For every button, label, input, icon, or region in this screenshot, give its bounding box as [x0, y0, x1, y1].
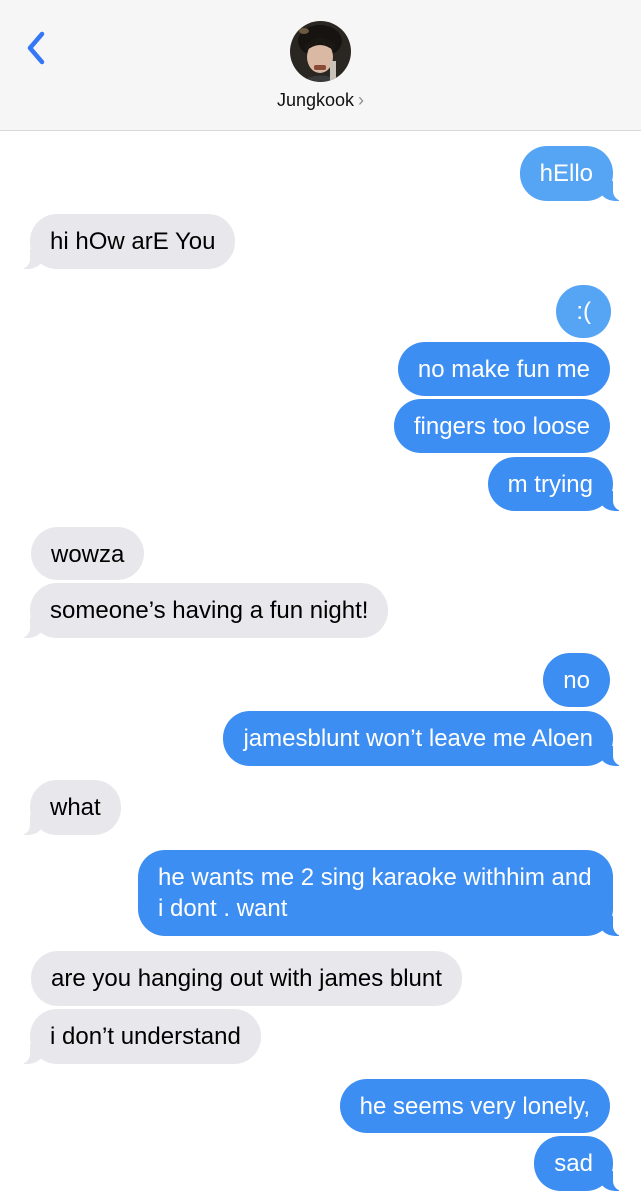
sent-message[interactable]: hEllo — [519, 146, 626, 201]
sent-message[interactable]: no — [543, 653, 610, 707]
contact-name-label: Jungkook — [276, 90, 355, 110]
conversation-header: Jungkook › — [0, 0, 641, 131]
received-message[interactable]: are you hanging out with james blunt — [31, 951, 462, 1006]
chevron-right-icon: › — [358, 90, 365, 110]
sent-message[interactable]: jamesblunt won’t leave me Aloen — [223, 711, 625, 766]
chevron-left-icon — [27, 31, 45, 65]
received-message[interactable]: i don’t understand — [18, 1009, 261, 1064]
sent-message[interactable]: he seems very lonely, — [339, 1079, 610, 1133]
sent-message[interactable]: no make fun me — [397, 342, 610, 396]
back-button[interactable] — [20, 28, 56, 68]
sent-message[interactable]: sad — [534, 1136, 625, 1191]
contact-name[interactable]: Jungkook › — [0, 90, 641, 111]
sent-message[interactable]: m trying — [487, 457, 626, 511]
contact-avatar[interactable] — [290, 21, 351, 82]
sent-message[interactable]: he wants me 2 sing karaoke withhim and i… — [138, 850, 625, 936]
received-message[interactable]: hi hOw arE You — [17, 214, 236, 269]
sent-message[interactable]: :( — [556, 285, 611, 338]
sent-message[interactable]: fingers too loose — [393, 399, 610, 453]
received-message[interactable]: someone’s having a fun night! — [17, 583, 389, 638]
received-message[interactable]: wowza — [31, 527, 145, 580]
received-message[interactable]: what — [18, 780, 121, 835]
